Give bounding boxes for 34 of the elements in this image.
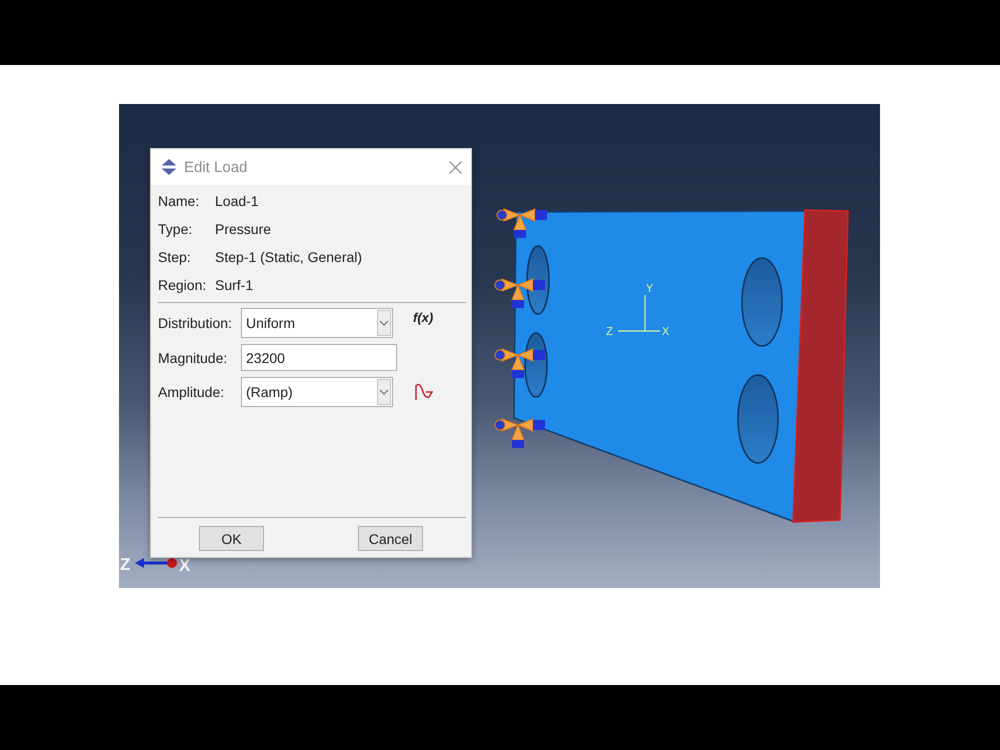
- dropdown-field[interactable]: Uniform: [241, 308, 393, 338]
- ok-button[interactable]: OK: [199, 526, 264, 551]
- field-label: Magnitude:: [158, 350, 228, 366]
- chevron-icon: [377, 379, 391, 405]
- info-value: Pressure: [215, 221, 272, 237]
- field-label: Distribution:: [158, 315, 233, 331]
- diamond-icon: [160, 159, 178, 175]
- close-icon[interactable]: [449, 160, 462, 174]
- wave-icon[interactable]: [414, 383, 434, 401]
- cancel-button[interactable]: Cancel: [358, 526, 423, 551]
- axis-label: Z: [120, 555, 130, 574]
- axis-label: X: [179, 556, 190, 575]
- info-label: Step:: [158, 249, 192, 265]
- constraint-marker-icon: [494, 278, 545, 308]
- info-value: Step-1 (Static, General): [215, 249, 362, 265]
- dropdown-field[interactable]: (Ramp): [241, 377, 393, 407]
- info-label: Name:: [158, 193, 200, 209]
- axis-triad-icon: [618, 295, 660, 332]
- view-triad-icon: [135, 558, 177, 568]
- axis-label: Z: [606, 325, 614, 339]
- field-label: Amplitude:: [158, 384, 226, 400]
- constraint-marker-icon: [494, 418, 545, 448]
- chevron-icon: [377, 310, 391, 336]
- axis-label: Y: [646, 282, 654, 296]
- axis-label: X: [662, 325, 670, 339]
- info-label: Type:: [158, 221, 194, 237]
- constraint-marker-icon: [494, 348, 545, 378]
- window-title: Edit Load: [184, 158, 248, 176]
- info-value: Surf-1: [215, 277, 254, 293]
- input-field[interactable]: 23200: [241, 344, 397, 371]
- info-label: Region:: [158, 277, 208, 293]
- info-value: Load-1: [215, 193, 259, 209]
- constraint-marker-icon: [496, 208, 547, 238]
- function-button[interactable]: f(x): [413, 310, 434, 325]
